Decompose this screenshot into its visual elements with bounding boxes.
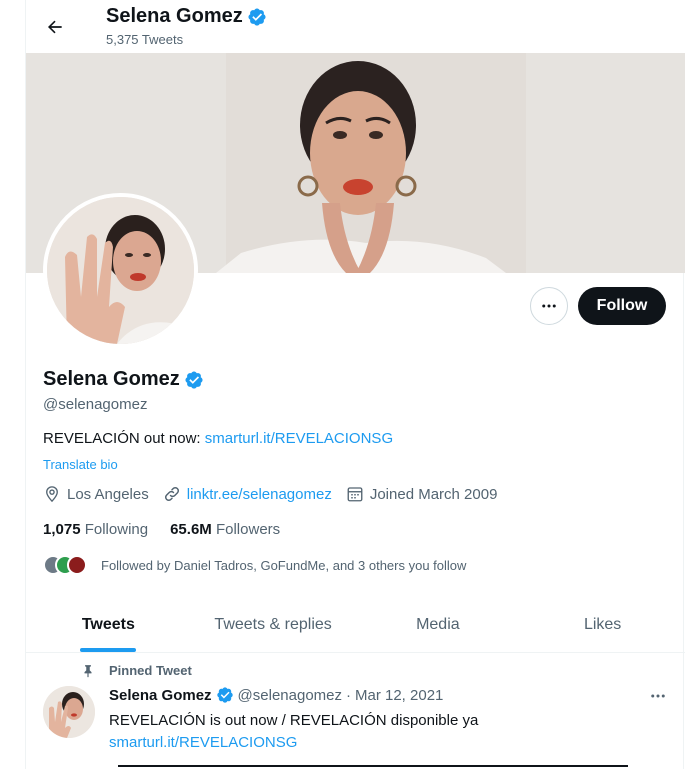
verified-badge-icon	[185, 370, 203, 389]
following-stat[interactable]: 1,075 Following	[43, 521, 148, 538]
pinned-text: Pinned Tweet	[109, 663, 192, 678]
tab-likes[interactable]: Likes	[520, 597, 685, 652]
tweet-header: Selena Gomez @selenagomez · Mar 12, 2021	[109, 686, 443, 704]
profile-handle: @selenagomez	[43, 396, 148, 413]
profile-avatar[interactable]	[43, 193, 198, 348]
location-pin-icon	[46, 486, 58, 503]
tweet-separator: ·	[346, 686, 351, 704]
followed-by-row[interactable]: Followed by Daniel Tadros, GoFundMe, and…	[43, 555, 466, 575]
followers-count: 65.6M	[170, 521, 212, 538]
more-options-button[interactable]	[530, 287, 568, 325]
ellipsis-icon	[651, 694, 665, 698]
translate-bio-link[interactable]: Translate bio	[43, 457, 118, 472]
tweet-more-button[interactable]	[643, 684, 673, 708]
back-button[interactable]	[38, 10, 72, 44]
profile-tabs: Tweets Tweets & replies Media Likes	[26, 597, 685, 653]
location-text: Los Angeles	[67, 485, 149, 503]
followers-stat[interactable]: 65.6M Followers	[170, 521, 280, 538]
header-title: Selena Gomez	[106, 5, 267, 28]
follow-stats: 1,075 Following 65.6M Followers	[43, 521, 280, 538]
tab-label: Tweets	[81, 615, 135, 633]
profile-meta: Los Angeles linktr.ee/selenagomez Joined…	[43, 485, 511, 503]
ellipsis-icon	[542, 304, 556, 308]
tweet-author-avatar[interactable]	[43, 686, 95, 738]
website-item[interactable]: linktr.ee/selenagomez	[163, 485, 332, 503]
tweet-author-name[interactable]: Selena Gomez	[109, 687, 212, 704]
tweet-media-preview[interactable]	[118, 765, 628, 769]
verified-badge-icon	[248, 7, 266, 26]
tab-label: Tweets & replies	[214, 615, 332, 633]
tweet-author-handle[interactable]: @selenagomez	[238, 687, 342, 704]
joined-item: Joined March 2009	[346, 485, 498, 503]
arrow-left-icon	[48, 20, 62, 34]
calendar-icon	[347, 487, 363, 502]
following-count: 1,075	[43, 521, 81, 538]
tab-label: Media	[416, 615, 460, 633]
website-link[interactable]: linktr.ee/selenagomez	[187, 486, 332, 503]
verified-badge-icon	[216, 687, 233, 703]
tweet-date[interactable]: Mar 12, 2021	[355, 687, 443, 704]
tweet-count: 5,375 Tweets	[106, 32, 184, 47]
tweet-avatar-photo	[43, 686, 95, 738]
link-icon	[164, 486, 179, 502]
location-item: Los Angeles	[43, 485, 149, 503]
header-name: Selena Gomez	[106, 5, 243, 27]
follow-button[interactable]: Follow	[578, 287, 666, 325]
pin-icon	[84, 664, 92, 677]
avatar-photo	[47, 197, 194, 344]
bio-link[interactable]: smarturl.it/REVELACIONSG	[205, 430, 393, 447]
bio-text: REVELACIÓN out now:	[43, 430, 205, 447]
follower-avatar	[67, 555, 87, 575]
tab-media[interactable]: Media	[356, 597, 521, 652]
followed-by-text: Followed by Daniel Tadros, GoFundMe, and…	[101, 557, 467, 573]
tab-label: Likes	[583, 615, 622, 633]
tab-tweets-and-replies[interactable]: Tweets & replies	[191, 597, 356, 652]
profile-header-bar: Selena Gomez 5,375 Tweets	[26, 0, 685, 53]
joined-text: Joined March 2009	[369, 485, 498, 503]
pinned-tweet-label: Pinned Tweet	[81, 663, 192, 678]
tweet-link[interactable]: smarturl.it/REVELACIONSG	[109, 734, 297, 751]
tab-tweets[interactable]: Tweets	[26, 597, 191, 652]
profile-name: Selena Gomez	[43, 368, 180, 390]
active-tab-indicator	[80, 648, 137, 652]
followers-label: Followers	[215, 521, 281, 538]
profile-name-row: Selena Gomez	[43, 368, 204, 391]
tweet-text: REVELACIÓN is out now / REVELACIÓN dispo…	[109, 712, 479, 729]
profile-column: Selena Gomez 5,375 Tweets Follow Selena …	[25, 0, 685, 769]
tweet-body: REVELACIÓN is out now / REVELACIÓN dispo…	[109, 710, 478, 754]
following-label: Following	[84, 521, 149, 538]
profile-bio: REVELACIÓN out now: smarturl.it/REVELACI…	[43, 430, 393, 447]
